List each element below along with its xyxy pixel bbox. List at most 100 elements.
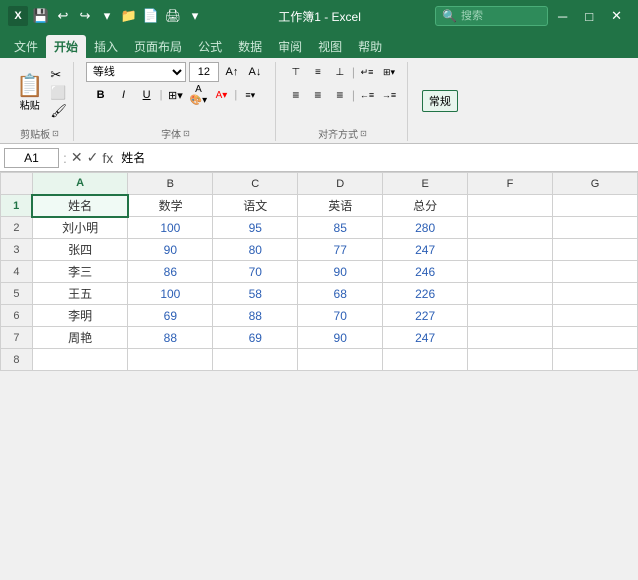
cell-3-A[interactable]: 张四	[32, 239, 128, 261]
font-color-button[interactable]: A▾	[211, 85, 231, 105]
paste-button[interactable]: 📋 粘贴	[12, 73, 47, 114]
cell-8-D[interactable]	[298, 349, 383, 371]
insert-function-icon[interactable]: fx	[102, 150, 113, 166]
cell-8-C[interactable]	[213, 349, 298, 371]
tab-pagelayout[interactable]: 页面布局	[126, 35, 190, 58]
cell-5-D[interactable]: 68	[298, 283, 383, 305]
cell-5-B[interactable]: 100	[128, 283, 213, 305]
bold-button[interactable]: B	[91, 85, 111, 105]
cell-2-D[interactable]: 85	[298, 217, 383, 239]
tab-review[interactable]: 审阅	[270, 35, 310, 58]
col-header-g[interactable]: G	[553, 173, 638, 195]
cell-7-C[interactable]: 69	[213, 327, 298, 349]
underline-button[interactable]: U	[137, 85, 157, 105]
redo-btn[interactable]: ↪	[76, 7, 94, 25]
cell-5-F[interactable]	[468, 283, 553, 305]
copy-button[interactable]: ⬜	[50, 85, 67, 101]
more-btn[interactable]: ▾	[98, 7, 116, 25]
indent-dec-button[interactable]: ←≡	[357, 85, 377, 105]
tab-data[interactable]: 数据	[230, 35, 270, 58]
increase-font-button[interactable]: A↑	[222, 62, 242, 82]
border-button[interactable]: ⊞▾	[165, 85, 185, 105]
cell-6-F[interactable]	[468, 305, 553, 327]
cell-4-C[interactable]: 70	[213, 261, 298, 283]
cell-8-B[interactable]	[128, 349, 213, 371]
align-center-button[interactable]: ≡	[308, 85, 328, 105]
align-top-button[interactable]: ⊤	[286, 62, 306, 82]
cell-4-F[interactable]	[468, 261, 553, 283]
cell-1-G[interactable]	[553, 195, 638, 217]
cell-2-G[interactable]	[553, 217, 638, 239]
fill-color-button[interactable]: A🎨▾	[188, 85, 208, 105]
cell-7-D[interactable]: 90	[298, 327, 383, 349]
cell-2-C[interactable]: 95	[213, 217, 298, 239]
clipboard-expand-icon[interactable]: ⊡	[52, 129, 59, 138]
cell-reference[interactable]: A1	[4, 148, 59, 168]
col-header-a[interactable]: A	[32, 173, 128, 195]
col-header-f[interactable]: F	[468, 173, 553, 195]
close-btn[interactable]: ✕	[603, 8, 630, 24]
col-header-e[interactable]: E	[383, 173, 468, 195]
open-btn[interactable]: 📁	[120, 7, 138, 25]
cell-7-F[interactable]	[468, 327, 553, 349]
cell-3-B[interactable]: 90	[128, 239, 213, 261]
cell-5-C[interactable]: 58	[213, 283, 298, 305]
decrease-font-button[interactable]: A↓	[245, 62, 265, 82]
cell-6-G[interactable]	[553, 305, 638, 327]
cell-4-B[interactable]: 86	[128, 261, 213, 283]
tab-formula[interactable]: 公式	[190, 35, 230, 58]
tab-view[interactable]: 视图	[310, 35, 350, 58]
alignment-expand-icon[interactable]: ⊡	[360, 129, 367, 138]
cell-8-E[interactable]	[383, 349, 468, 371]
maximize-btn[interactable]: □	[577, 9, 601, 24]
more2-btn[interactable]: ▾	[186, 7, 204, 25]
align-bottom-button[interactable]: ⊥	[330, 62, 350, 82]
col-header-d[interactable]: D	[298, 173, 383, 195]
search-box[interactable]: 🔍	[435, 6, 548, 26]
align-right-button[interactable]: ≡	[330, 85, 350, 105]
tab-home[interactable]: 开始	[46, 35, 86, 58]
cell-3-E[interactable]: 247	[383, 239, 468, 261]
cell-6-C[interactable]: 88	[213, 305, 298, 327]
cell-8-A[interactable]	[32, 349, 128, 371]
cell-6-E[interactable]: 227	[383, 305, 468, 327]
align-left-button[interactable]: ≡	[286, 85, 306, 105]
cell-8-G[interactable]	[553, 349, 638, 371]
cell-2-B[interactable]: 100	[128, 217, 213, 239]
new-btn[interactable]: 📄	[142, 7, 160, 25]
cell-8-F[interactable]	[468, 349, 553, 371]
italic-button[interactable]: I	[114, 85, 134, 105]
merge-button[interactable]: ⊞▾	[379, 62, 399, 82]
cell-7-A[interactable]: 周艳	[32, 327, 128, 349]
indent-inc-button[interactable]: →≡	[379, 85, 399, 105]
number-format-box[interactable]: 常规	[422, 90, 458, 112]
col-header-b[interactable]: B	[128, 173, 213, 195]
cell-5-G[interactable]	[553, 283, 638, 305]
wrap-text-button[interactable]: ↵≡	[357, 62, 377, 82]
search-input[interactable]	[461, 10, 541, 22]
cell-1-C[interactable]: 语文	[213, 195, 298, 217]
cancel-formula-icon[interactable]: ✕	[71, 149, 83, 166]
font-size-input[interactable]	[189, 62, 219, 82]
cell-3-C[interactable]: 80	[213, 239, 298, 261]
font-expand-icon[interactable]: ⊡	[183, 129, 190, 138]
cell-6-D[interactable]: 70	[298, 305, 383, 327]
tab-help[interactable]: 帮助	[350, 35, 390, 58]
wrap-button[interactable]: ≡▾	[240, 85, 260, 105]
save-btn[interactable]: 💾	[32, 7, 50, 25]
confirm-formula-icon[interactable]: ✓	[87, 149, 99, 166]
cell-3-G[interactable]	[553, 239, 638, 261]
cell-3-D[interactable]: 77	[298, 239, 383, 261]
cell-7-G[interactable]	[553, 327, 638, 349]
cell-5-E[interactable]: 226	[383, 283, 468, 305]
align-middle-button[interactable]: ≡	[308, 62, 328, 82]
cell-4-E[interactable]: 246	[383, 261, 468, 283]
minimize-btn[interactable]: ─	[550, 9, 575, 24]
cell-7-B[interactable]: 88	[128, 327, 213, 349]
cell-1-D[interactable]: 英语	[298, 195, 383, 217]
cell-4-D[interactable]: 90	[298, 261, 383, 283]
cell-1-F[interactable]	[468, 195, 553, 217]
tab-insert[interactable]: 插入	[86, 35, 126, 58]
format-painter-button[interactable]: 🖌	[50, 103, 67, 119]
cell-7-E[interactable]: 247	[383, 327, 468, 349]
